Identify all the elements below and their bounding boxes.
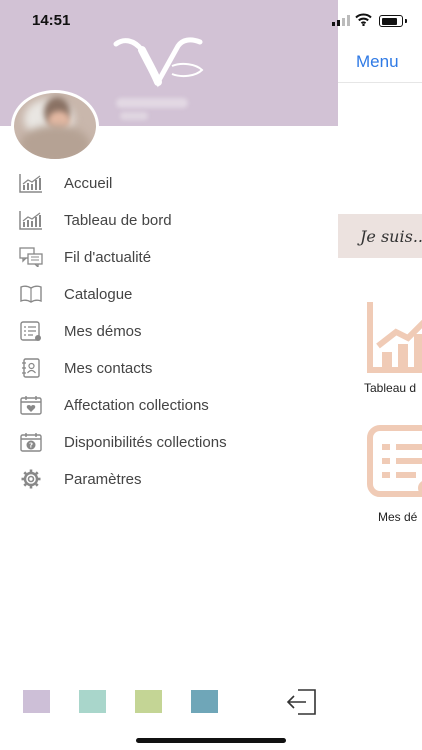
address-book-icon [22, 358, 40, 378]
document-list-icon [20, 321, 41, 341]
svg-text:?: ? [29, 442, 33, 450]
user-role-blurred [120, 112, 148, 120]
menu-item-label: Fil d'actualité [64, 249, 152, 266]
theme-swatch-blue[interactable] [191, 690, 218, 713]
menu-item-label: Paramètres [64, 471, 142, 488]
dashboard-tile-label[interactable]: Tableau d [364, 381, 416, 395]
chat-bubbles-icon [19, 247, 43, 267]
welcome-banner: Je suis... [338, 214, 422, 258]
drawer-menu: Accueil Tableau de bord Fil d'actualité [0, 165, 338, 498]
calendar-heart-icon [20, 396, 42, 415]
open-book-icon [20, 285, 42, 303]
brand-logo [113, 37, 204, 88]
menu-item-label: Mes contacts [64, 360, 153, 377]
menu-item-mes-demos[interactable]: Mes démos [0, 313, 338, 350]
battery-icon [379, 15, 407, 27]
theme-swatch-lilac[interactable] [23, 690, 50, 713]
menu-item-accueil[interactable]: Accueil [0, 165, 338, 202]
menu-item-label: Catalogue [64, 286, 133, 303]
navigation-drawer: Accueil Tableau de bord Fil d'actualité [0, 0, 338, 750]
home-indicator[interactable] [136, 738, 286, 743]
theme-swatch-mint[interactable] [79, 690, 106, 713]
theme-swatch-lime[interactable] [135, 690, 162, 713]
menu-item-disponibilites-collections[interactable]: ? Disponibilités collections [0, 424, 338, 461]
demos-tile-icon[interactable] [366, 424, 422, 498]
status-time: 14:51 [32, 12, 71, 29]
bar-chart-icon [19, 174, 42, 193]
cellular-signal-icon [332, 15, 350, 26]
menu-item-label: Tableau de bord [64, 212, 172, 229]
avatar[interactable] [11, 90, 99, 162]
menu-button[interactable]: Menu [356, 52, 399, 72]
dashboard-tile-icon[interactable] [366, 300, 422, 374]
menu-item-parametres[interactable]: Paramètres [0, 461, 338, 498]
menu-item-label: Accueil [64, 175, 113, 192]
logout-icon[interactable] [286, 688, 318, 716]
menu-item-label: Disponibilités collections [64, 434, 227, 451]
gear-icon [21, 469, 41, 489]
menu-item-catalogue[interactable]: Catalogue [0, 276, 338, 313]
bar-chart-icon [19, 211, 42, 230]
demos-tile-label[interactable]: Mes dé [378, 510, 417, 524]
banner-text: Je suis... [360, 227, 422, 246]
user-name-blurred [116, 98, 188, 108]
menu-item-mes-contacts[interactable]: Mes contacts [0, 350, 338, 387]
status-bar: 14:51 [0, 0, 422, 40]
menu-item-label: Affectation collections [64, 397, 209, 414]
calendar-question-icon: ? [20, 433, 42, 452]
wifi-icon [355, 13, 372, 26]
menu-item-affectation-collections[interactable]: Affectation collections [0, 387, 338, 424]
menu-item-label: Mes démos [64, 323, 142, 340]
menu-item-tableau-de-bord[interactable]: Tableau de bord [0, 202, 338, 239]
menu-item-fil-actualite[interactable]: Fil d'actualité [0, 239, 338, 276]
